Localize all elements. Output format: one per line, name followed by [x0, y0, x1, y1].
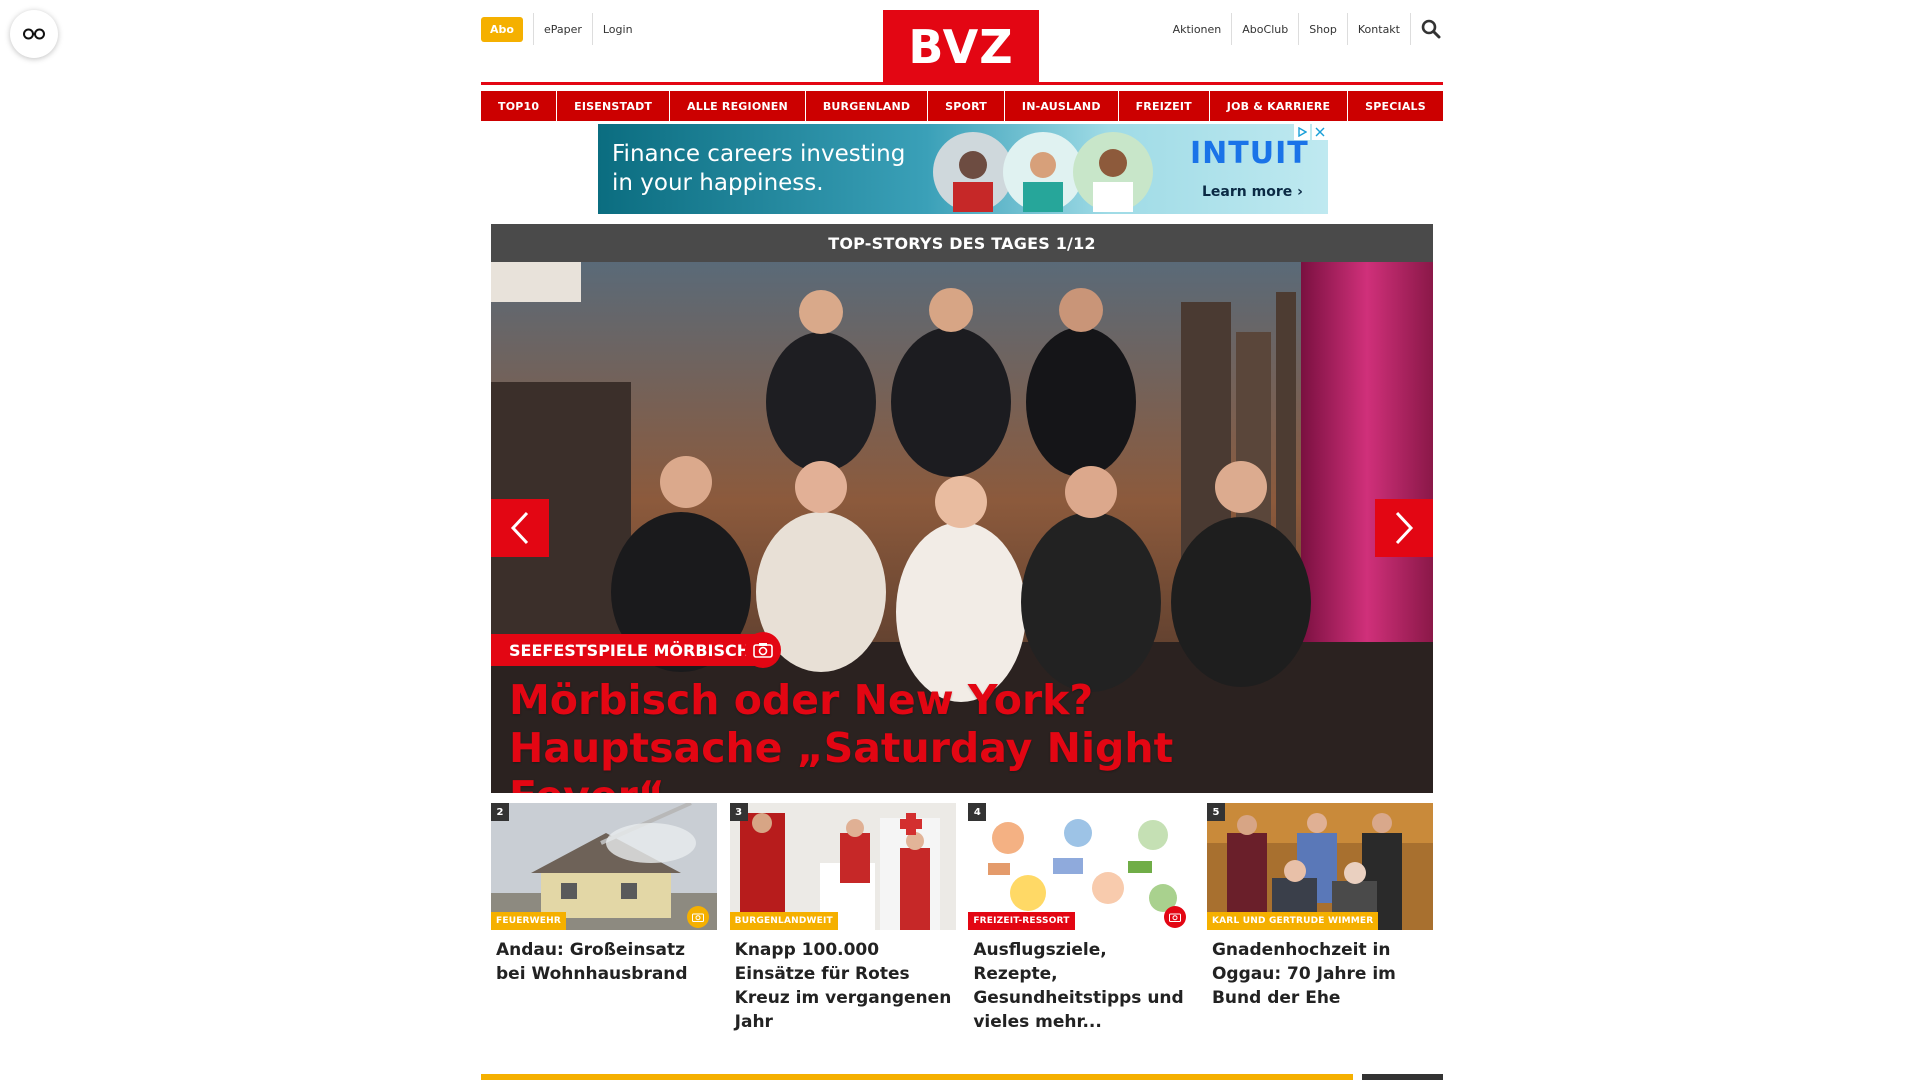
nav-item-eisenstadt[interactable]: EISENSTADT	[557, 91, 670, 121]
abo-button[interactable]: Abo	[481, 16, 523, 42]
article-title[interactable]: Andau: Großeinsatz bei Wohnhausbrand	[491, 930, 717, 986]
ad-learn-more[interactable]: Learn more ›	[1202, 184, 1303, 200]
accessibility-button[interactable]	[10, 10, 58, 58]
aboclub-link[interactable]: AboClub	[1232, 17, 1298, 42]
nav-item-top10[interactable]: TOP10	[481, 91, 557, 121]
glasses-icon	[23, 28, 45, 40]
red-cross-image	[729, 803, 956, 930]
shop-link[interactable]: Shop	[1299, 17, 1347, 42]
article-list: 2 FEUERWEHR Andau: Großeinsatz bei Wohnh…	[491, 803, 1433, 1034]
login-link[interactable]: Login	[593, 17, 643, 42]
section-bar-dark	[1362, 1074, 1443, 1080]
house-fire-image	[491, 803, 717, 930]
article-card[interactable]: 2 FEUERWEHR Andau: Großeinsatz bei Wohnh…	[491, 803, 717, 1034]
ad-headline: Finance careers investing in your happin…	[612, 140, 905, 198]
hero-story[interactable]: SEEFESTSPIELE MÖRBISCH Mörbisch oder New…	[491, 262, 1433, 793]
article-thumbnail: 4 FREIZEIT-RESSORT	[968, 803, 1195, 930]
ad-close-icon[interactable]	[1312, 124, 1328, 140]
couple-photo	[1206, 803, 1433, 930]
nav-item-specials[interactable]: SPECIALS	[1348, 91, 1443, 121]
aktionen-link[interactable]: Aktionen	[1163, 17, 1232, 42]
ad-brand: INTUIT	[1190, 136, 1309, 171]
article-title[interactable]: Knapp 100.000 Einsätze für Rotes Kreuz i…	[730, 930, 956, 1034]
adchoices-icon[interactable]	[1294, 124, 1310, 140]
article-card[interactable]: 4 FREIZEIT-RESSORT Ausflugsziele, Rezept…	[968, 803, 1195, 1034]
search-icon	[1421, 19, 1441, 39]
ad-line: in your happiness.	[612, 170, 824, 196]
article-thumbnail: 2 FEUERWEHR	[491, 803, 717, 930]
article-category: KARL UND GERTRUDE WIMMER	[1206, 912, 1379, 930]
slider-prev-button[interactable]	[491, 499, 549, 557]
article-thumbnail: 3 BURGENLANDWEIT	[729, 803, 956, 930]
article-card[interactable]: 3 BURGENLANDWEIT Knapp 100.000 Einsätze …	[729, 803, 956, 1034]
top-stories: TOP-STORYS DES TAGES 1/12 SEEFESTSPIELE …	[491, 224, 1433, 793]
top-right-links: Aktionen AboClub Shop Kontakt	[1163, 13, 1443, 45]
article-thumbnail: 5 KARL UND GERTRUDE WIMMER	[1206, 803, 1433, 930]
slider-next-button[interactable]	[1375, 499, 1433, 557]
article-number: 4	[968, 803, 987, 821]
article-category: FREIZEIT-RESSORT	[968, 912, 1075, 930]
article-card[interactable]: 5 KARL UND GERTRUDE WIMMER Gnadenhochzei…	[1206, 803, 1433, 1034]
page-container: Abo ePaper Login BVZ Aktionen AboClub Sh…	[481, 0, 1443, 1032]
chevron-right-icon	[1395, 511, 1414, 545]
article-number: 5	[1206, 803, 1225, 821]
hero-title[interactable]: Mörbisch oder New York? Hauptsache „Satu…	[509, 676, 1309, 793]
article-category: FEUERWEHR	[491, 912, 567, 930]
article-title[interactable]: Gnadenhochzeit in Oggau: 70 Jahre im Bun…	[1207, 930, 1433, 1010]
kontakt-link[interactable]: Kontakt	[1348, 17, 1410, 42]
article-number: 2	[491, 803, 509, 821]
top-stories-heading: TOP-STORYS DES TAGES 1/12	[491, 224, 1433, 262]
main-navigation: TOP10 EISENSTADT ALLE REGIONEN BURGENLAN…	[481, 91, 1443, 121]
site-logo[interactable]: BVZ	[883, 10, 1039, 83]
search-button[interactable]	[1411, 17, 1443, 41]
article-category: BURGENLANDWEIT	[729, 912, 838, 930]
nav-item-in-ausland[interactable]: IN-AUSLAND	[1004, 91, 1118, 121]
chevron-left-icon	[510, 511, 529, 545]
ad-people-image	[933, 132, 1153, 212]
ad-banner[interactable]: Finance careers investing in your happin…	[598, 124, 1328, 214]
epaper-link[interactable]: ePaper	[534, 17, 592, 42]
section-bar	[481, 1074, 1353, 1080]
camera-icon	[687, 906, 709, 928]
nav-item-job-karriere[interactable]: JOB & KARRIERE	[1209, 91, 1348, 121]
ad-line: Finance careers investing	[612, 141, 906, 167]
nav-item-sport[interactable]: SPORT	[928, 91, 1004, 121]
hero-kicker[interactable]: SEEFESTSPIELE MÖRBISCH	[491, 634, 763, 666]
nav-item-alle-regionen[interactable]: ALLE REGIONEN	[670, 91, 805, 121]
top-bar: Abo ePaper Login BVZ Aktionen AboClub Sh…	[481, 0, 1443, 85]
nav-item-burgenland[interactable]: BURGENLAND	[805, 91, 928, 121]
top-left-links: Abo ePaper Login	[481, 13, 643, 45]
article-title[interactable]: Ausflugsziele, Rezepte, Gesundheitstipps…	[968, 930, 1194, 1034]
nav-item-freizeit[interactable]: FREIZEIT	[1118, 91, 1209, 121]
camera-icon	[745, 632, 781, 668]
leisure-illustration	[968, 803, 1195, 930]
article-number: 3	[729, 803, 748, 821]
